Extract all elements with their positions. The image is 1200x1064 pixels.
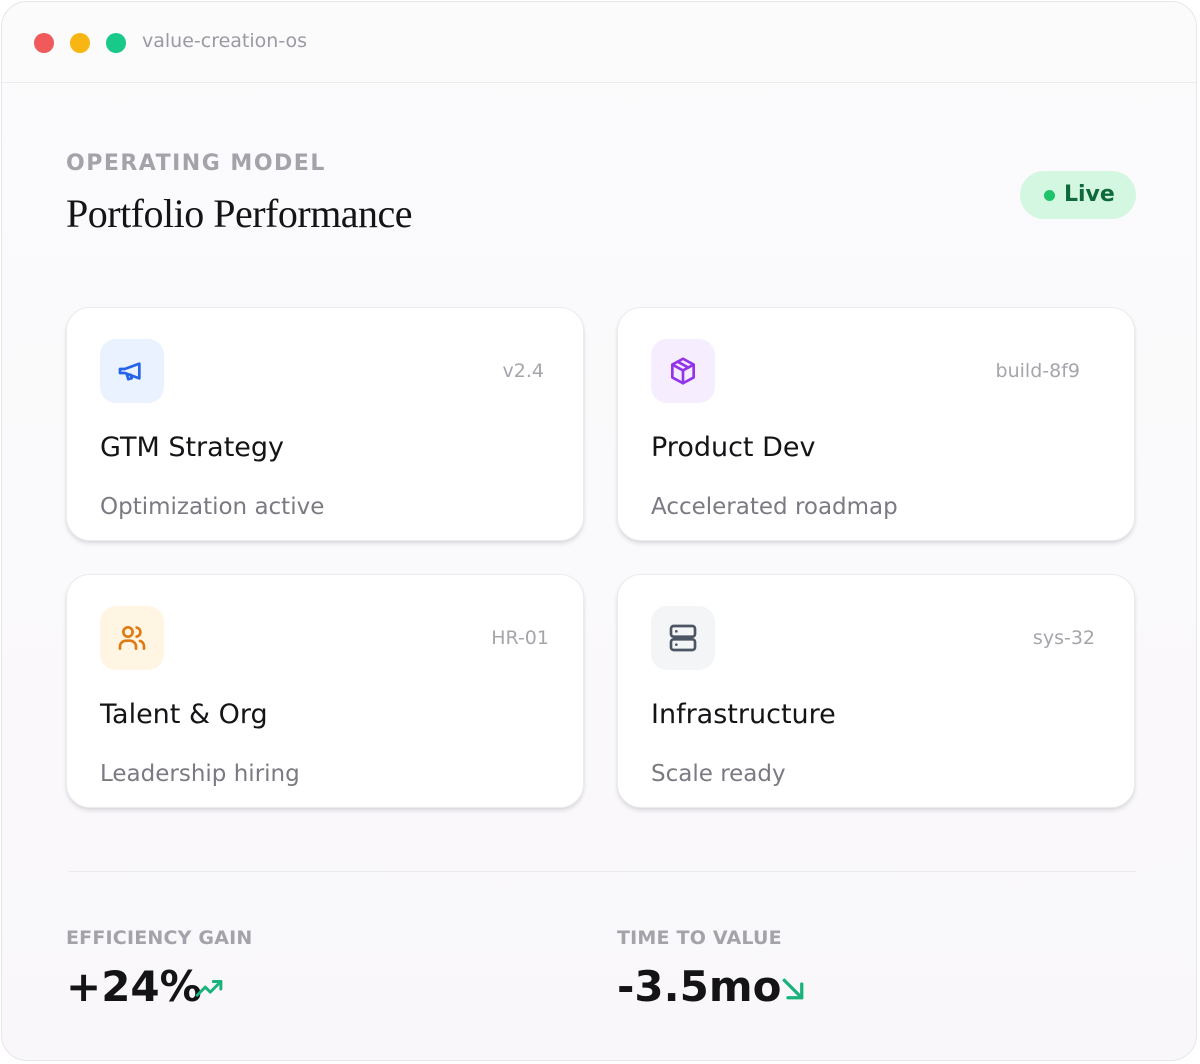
server-icon [669, 624, 697, 652]
status-badge-label: Live [1064, 182, 1115, 207]
card-subtitle: Optimization active [100, 494, 325, 520]
trending-up-icon [195, 980, 223, 997]
card-subtitle: Scale ready [651, 761, 786, 787]
card-icon-container [100, 606, 164, 670]
card-product-dev[interactable]: build-8f9 Product Dev Accelerated roadma… [617, 307, 1135, 541]
card-build-tag: build-8f9 [995, 360, 1080, 382]
card-gtm-strategy[interactable]: v2.4 GTM Strategy Optimization active [66, 307, 584, 541]
megaphone-icon [118, 362, 141, 381]
arrow-down-right-icon [782, 978, 804, 1000]
app-window: value-creation-os OPERATING MODEL Portfo… [1, 1, 1197, 1061]
card-icon-container [651, 606, 715, 670]
maximize-window-button[interactable] [106, 33, 126, 53]
cube-icon [671, 357, 695, 385]
card-infrastructure[interactable]: sys-32 Infrastructure Scale ready [617, 574, 1135, 808]
card-title: Infrastructure [651, 699, 836, 730]
metric-value-efficiency-gain: +24% [66, 962, 202, 1011]
window-title: value-creation-os [142, 30, 308, 52]
card-subtitle: Leadership hiring [100, 761, 300, 787]
card-icon-container [100, 339, 164, 403]
card-icon-container [651, 339, 715, 403]
section-eyebrow: OPERATING MODEL [66, 151, 326, 176]
card-title: Talent & Org [100, 699, 268, 730]
card-title: GTM Strategy [100, 432, 285, 463]
card-version-tag: v2.4 [502, 360, 544, 382]
metric-label-efficiency-gain: EFFICIENCY GAIN [66, 927, 253, 949]
card-code-tag: HR-01 [491, 627, 549, 649]
close-window-button[interactable] [34, 33, 54, 53]
metric-label-time-to-value: TIME TO VALUE [617, 927, 782, 949]
metric-value-time-to-value: -3.5mo [617, 962, 782, 1011]
live-indicator-dot [1044, 190, 1055, 201]
card-system-tag: sys-32 [1032, 627, 1095, 649]
card-title: Product Dev [651, 432, 816, 463]
section-divider [68, 871, 1136, 872]
title-bar: value-creation-os [2, 2, 1196, 83]
card-subtitle: Accelerated roadmap [651, 494, 898, 520]
status-badge: Live [1020, 171, 1136, 219]
page-title: Portfolio Performance [66, 191, 413, 236]
card-talent-org[interactable]: HR-01 Talent & Org Leadership hiring [66, 574, 584, 808]
minimize-window-button[interactable] [70, 33, 90, 53]
users-icon [118, 626, 146, 650]
